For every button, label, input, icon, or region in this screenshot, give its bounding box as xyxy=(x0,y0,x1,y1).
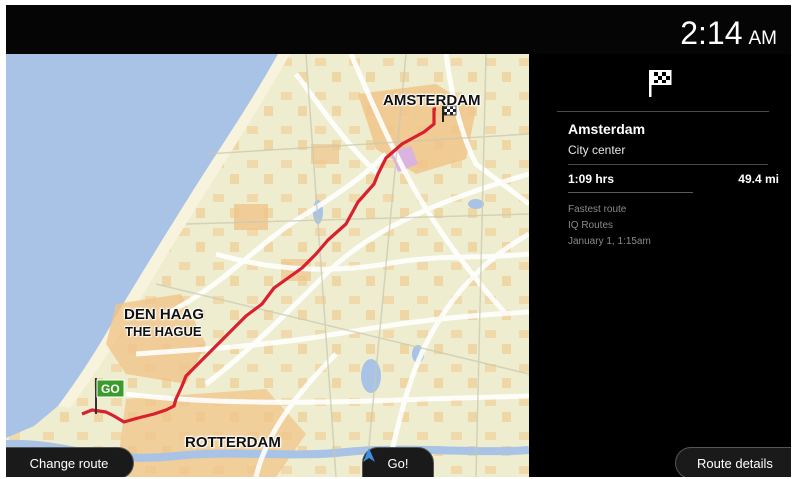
panel-divider xyxy=(568,164,768,165)
go-label: Go! xyxy=(387,455,409,471)
navigation-arrow-icon xyxy=(363,448,375,462)
route-distance: 49.4 mi xyxy=(738,172,779,186)
map-label-amsterdam: AMSTERDAM xyxy=(383,92,481,109)
route-details-button[interactable]: Route details xyxy=(675,447,791,477)
clock-time: 2:14 xyxy=(680,15,743,51)
destination-detail: City center xyxy=(568,143,626,157)
route-duration: 1:09 hrs xyxy=(568,172,615,186)
status-bar: 2:14 AM xyxy=(6,5,791,54)
map-canvas[interactable] xyxy=(6,54,529,477)
route-summary-panel: Amsterdam City center 1:09 hrs 49.4 mi F… xyxy=(529,54,791,477)
change-route-label: Change route xyxy=(29,455,109,471)
map-label-the-hague: THE HAGUE xyxy=(125,324,202,339)
route-type: Fastest route xyxy=(568,204,627,215)
departure-time: January 1, 1:15am xyxy=(568,236,651,247)
routing-method: IQ Routes xyxy=(568,220,614,231)
route-details-label: Route details xyxy=(697,455,773,471)
clock: 2:14 AM xyxy=(680,17,777,50)
clock-ampm: AM xyxy=(748,28,778,49)
map-label-rotterdam: ROTTERDAM xyxy=(185,434,281,451)
navigation-device-screen: 2:14 AM GO AMSTERDAM DEN HAAG THE HAGUE … xyxy=(6,5,791,477)
destination-name: Amsterdam xyxy=(568,121,646,137)
change-route-button[interactable]: Change route xyxy=(6,447,134,477)
panel-divider xyxy=(557,111,769,112)
start-flag-label: GO xyxy=(101,382,120,396)
panel-divider xyxy=(568,192,693,193)
go-button[interactable]: Go! xyxy=(362,447,434,477)
route-map[interactable]: GO AMSTERDAM DEN HAAG THE HAGUE ROTTERDA… xyxy=(6,54,529,477)
map-label-den-haag: DEN HAAG xyxy=(124,306,205,323)
lake xyxy=(361,359,381,393)
checkered-flag-icon xyxy=(649,70,672,97)
